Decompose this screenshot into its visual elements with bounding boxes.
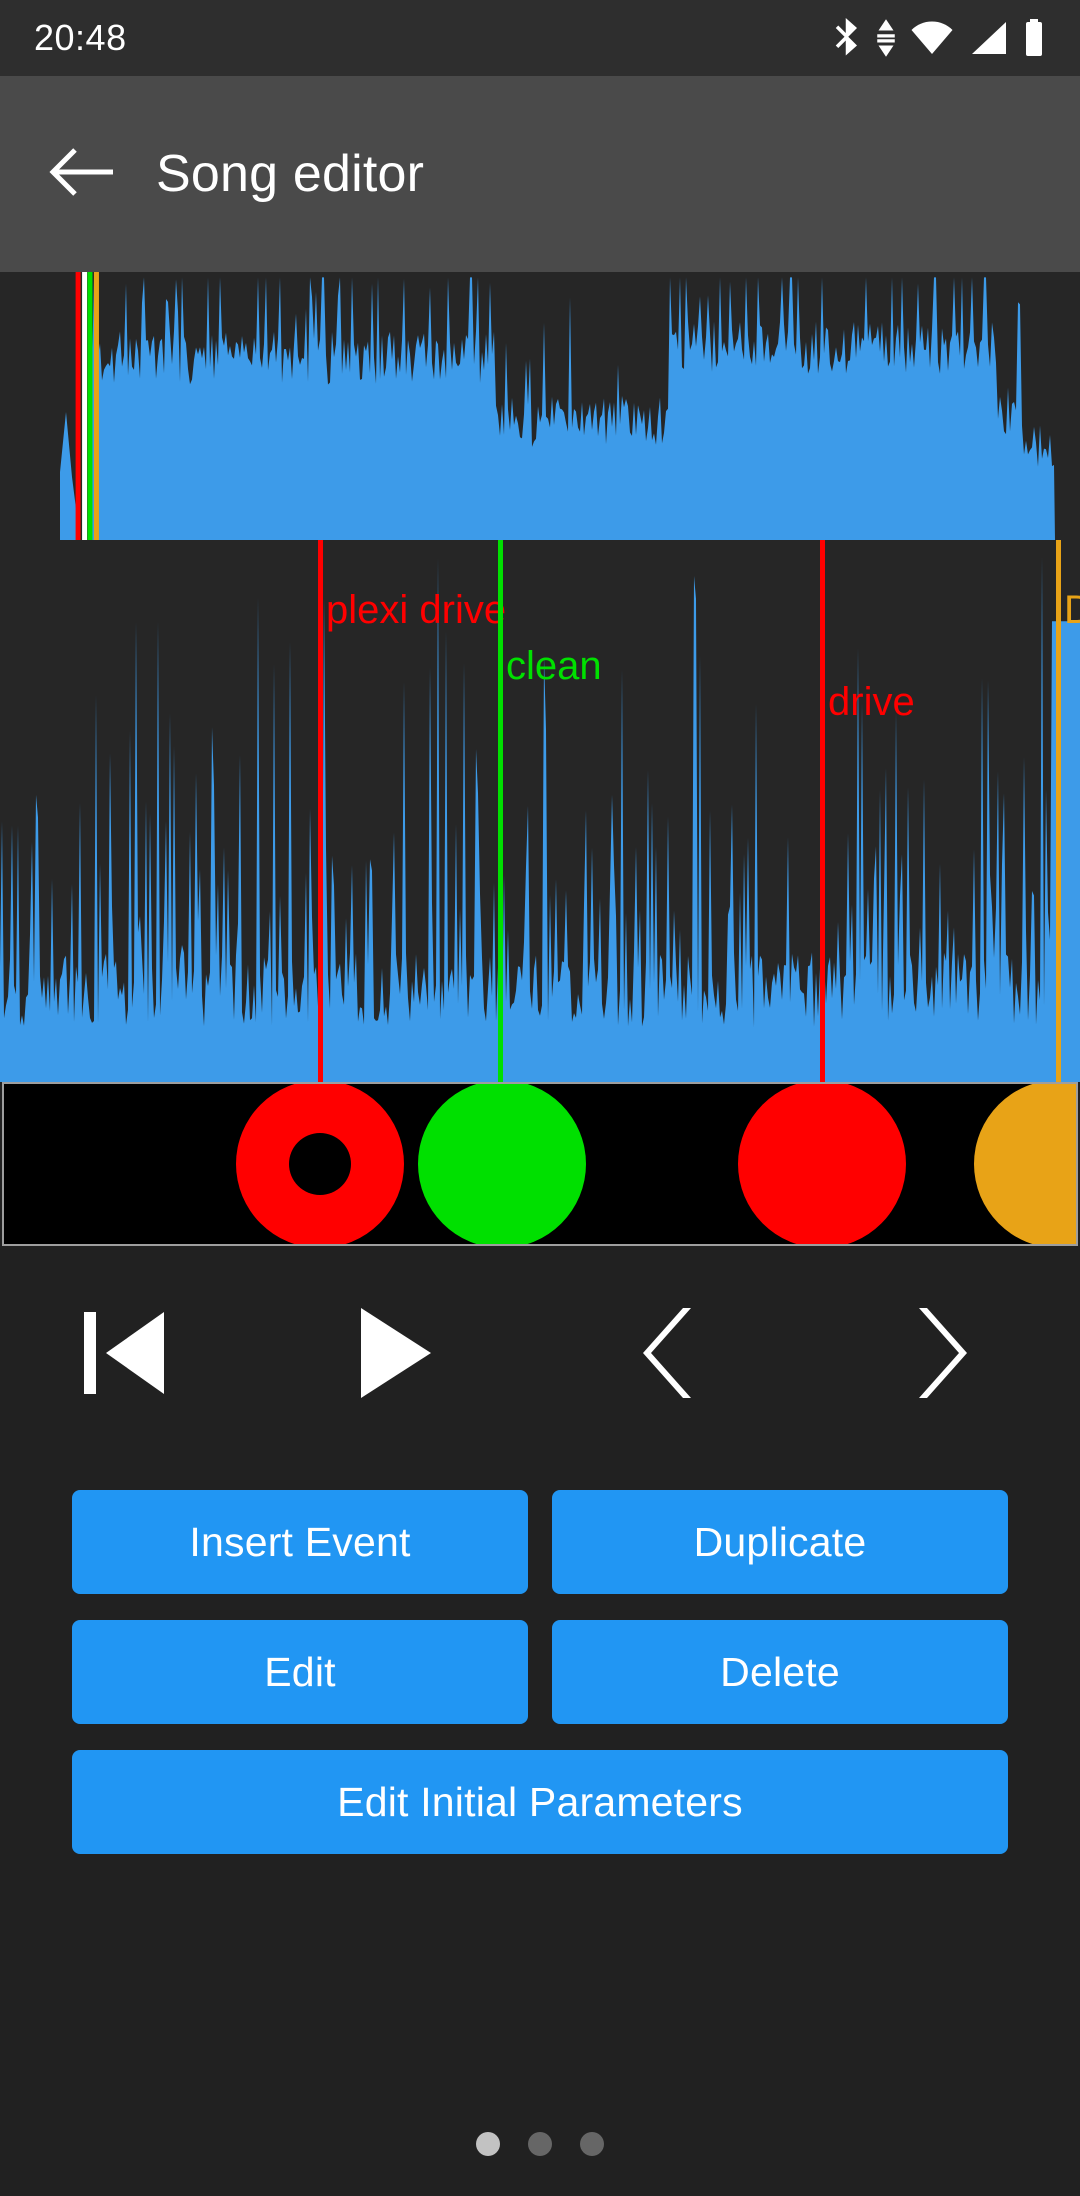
event-circle-3[interactable] (974, 1084, 1076, 1244)
wifi-icon (910, 21, 954, 55)
play-icon (355, 1305, 435, 1406)
bluetooth-icon (832, 18, 862, 58)
action-row-3: Edit Initial Parameters (72, 1750, 1008, 1854)
status-icon-group (832, 16, 1046, 60)
event-marker-line-3[interactable] (1056, 540, 1061, 1082)
battery-icon (1022, 18, 1046, 58)
chevron-right-icon (909, 1305, 971, 1406)
action-button-grid: Insert Event Duplicate Edit Delete Edit … (0, 1490, 1080, 1880)
event-circle-2[interactable] (738, 1084, 906, 1244)
event-marker-label-0: plexi drive (326, 588, 507, 632)
song-editor-screen: 20:48 Song editor plexi drive clean driv… (0, 0, 1080, 2196)
back-button[interactable] (22, 114, 142, 234)
overview-waveform-graphic (0, 272, 1080, 540)
selected-event-indicator (289, 1133, 351, 1195)
waveform-detail[interactable]: plexi drive clean drive D (0, 540, 1080, 1082)
page-title: Song editor (156, 145, 425, 203)
play-button[interactable] (300, 1255, 490, 1455)
action-row-1: Insert Event Duplicate (72, 1490, 1008, 1594)
page-dot-2[interactable] (528, 2132, 552, 2156)
detail-waveform-graphic (0, 540, 1080, 1082)
back-arrow-icon (49, 142, 115, 207)
overview-marker-3 (93, 272, 99, 540)
waveform-overview[interactable] (0, 272, 1080, 540)
chevron-left-icon (639, 1305, 701, 1406)
overview-marker-2 (87, 272, 93, 540)
event-marker-line-0[interactable] (318, 540, 323, 1082)
action-row-2: Edit Delete (72, 1620, 1008, 1724)
edit-button[interactable]: Edit (72, 1620, 528, 1724)
overview-marker-1 (82, 272, 88, 540)
next-event-button[interactable] (845, 1255, 1035, 1455)
data-transfer-icon (876, 18, 896, 58)
event-marker-line-2[interactable] (820, 540, 825, 1082)
page-dot-3[interactable] (580, 2132, 604, 2156)
previous-event-button[interactable] (575, 1255, 765, 1455)
event-circle-1[interactable] (418, 1084, 586, 1244)
transport-controls (0, 1255, 1080, 1455)
page-indicator (0, 2132, 1080, 2156)
event-marker-label-1: clean (506, 644, 602, 688)
duplicate-button[interactable]: Duplicate (552, 1490, 1008, 1594)
edit-initial-parameters-button[interactable]: Edit Initial Parameters (72, 1750, 1008, 1854)
page-dot-1[interactable] (476, 2132, 500, 2156)
event-circle-0[interactable] (236, 1084, 404, 1244)
skip-to-start-button[interactable] (37, 1255, 227, 1455)
event-circle-strip[interactable] (2, 1082, 1078, 1246)
event-marker-label-3: D (1064, 588, 1080, 632)
overview-marker-0 (75, 272, 81, 540)
event-marker-label-2: drive (828, 680, 915, 724)
status-time: 20:48 (34, 17, 127, 58)
app-toolbar: Song editor (0, 76, 1080, 272)
skip-to-start-icon (80, 1307, 184, 1404)
event-marker-line-1[interactable] (498, 540, 503, 1082)
cellular-signal-icon (968, 21, 1008, 55)
insert-event-button[interactable]: Insert Event (72, 1490, 528, 1594)
delete-button[interactable]: Delete (552, 1620, 1008, 1724)
status-bar: 20:48 (0, 0, 1080, 76)
